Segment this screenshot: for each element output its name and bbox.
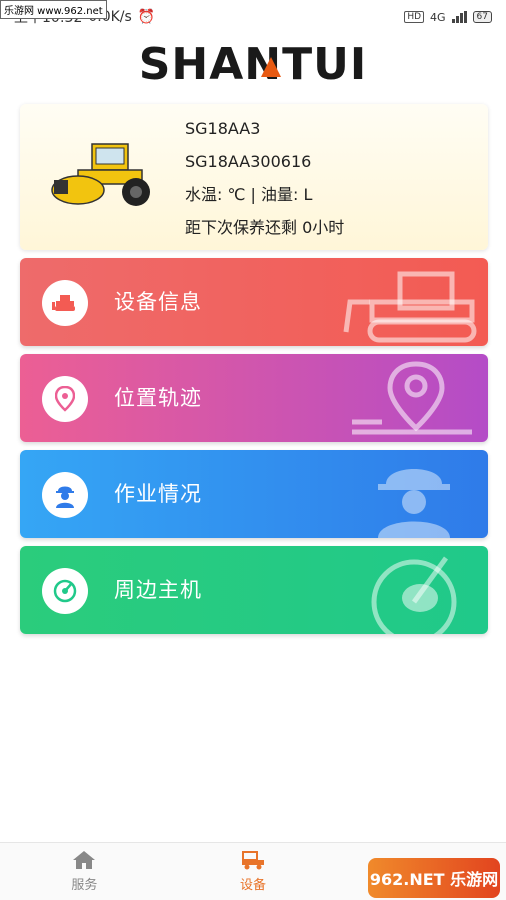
- brand-logo: SHANTUI: [0, 34, 506, 90]
- road-roller-image: [51, 143, 150, 206]
- watermark-bottom: 962.NET 乐游网: [368, 858, 500, 898]
- home-icon: [73, 851, 96, 869]
- worker-decoration: [378, 469, 450, 538]
- tab-label-service: 服务: [71, 878, 98, 893]
- worker-icon: [42, 472, 88, 518]
- shantui-logo: SHANTUI: [139, 39, 368, 87]
- device-serial: SG18AA300616: [185, 152, 312, 171]
- logo-text: SHANTUI: [139, 39, 368, 87]
- bulldozer-decoration: [343, 271, 477, 343]
- radar-decoration: [371, 556, 457, 634]
- menu-label-device-info: 设备信息: [114, 290, 202, 314]
- hd-badge: HD: [404, 11, 425, 23]
- location-decoration: [352, 361, 472, 435]
- menu-location-track[interactable]: 位置轨迹: [20, 354, 488, 442]
- device-maintenance: 距下次保养还剩 0小时: [185, 218, 345, 237]
- device-card[interactable]: SG18AA3 SG18AA300616 水温: ℃ | 油量: L 距下次保养…: [20, 104, 488, 250]
- menu-device-info[interactable]: 设备信息: [20, 258, 488, 346]
- watermark-top: 乐游网 www.962.net: [0, 0, 107, 19]
- device-info: SG18AA3 SG18AA300616 水温: ℃ | 油量: L 距下次保养…: [185, 112, 344, 244]
- device-readings: 水温: ℃ | 油量: L: [185, 185, 313, 204]
- device-model: SG18AA3: [185, 119, 261, 138]
- battery-icon: 67: [472, 11, 492, 23]
- tab-label-device: 设备: [240, 878, 267, 893]
- menu-nearby-hosts[interactable]: 周边主机: [20, 546, 488, 634]
- vehicle-icon: [242, 851, 264, 870]
- alarm-icon: ⏰: [137, 9, 156, 25]
- radar-icon: [42, 568, 88, 614]
- location-pin-icon: [42, 376, 88, 422]
- signal-icon: [451, 11, 467, 23]
- status-right: HD 4G 67: [404, 11, 492, 24]
- tab-service[interactable]: 服务: [0, 843, 169, 900]
- network-label: 4G: [430, 10, 446, 24]
- menu-label-work-status: 作业情况: [114, 482, 202, 506]
- menu-label-location-track: 位置轨迹: [114, 386, 202, 410]
- menu-label-nearby-hosts: 周边主机: [114, 578, 202, 602]
- tab-device[interactable]: 设备: [169, 843, 338, 900]
- bulldozer-icon: [42, 280, 88, 326]
- menu-work-status[interactable]: 作业情况: [20, 450, 488, 538]
